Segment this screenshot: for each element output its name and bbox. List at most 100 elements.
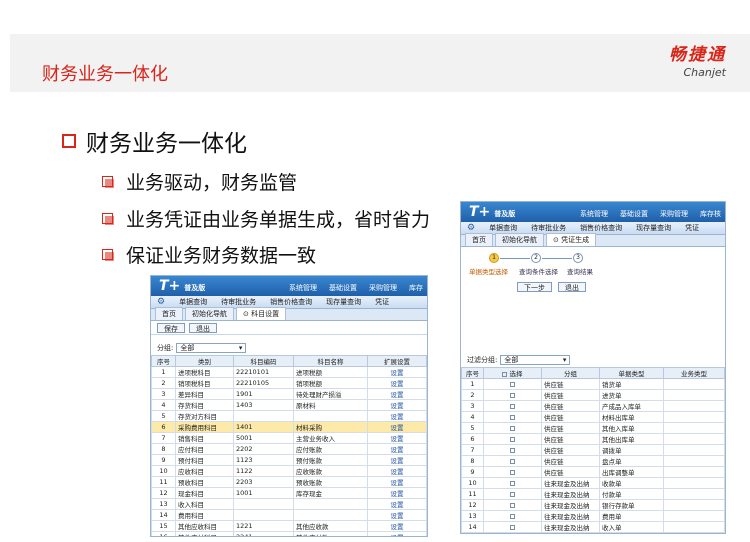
table-cell[interactable]: 设置 bbox=[367, 476, 427, 488]
table-cell[interactable]: 设置 bbox=[367, 520, 427, 532]
checkbox-icon[interactable] bbox=[510, 425, 515, 431]
exit-button[interactable]: 退出 bbox=[558, 282, 586, 292]
exit-button[interactable]: 退出 bbox=[189, 322, 217, 333]
table-cell[interactable]: 设置 bbox=[367, 487, 427, 499]
tab-init-guide[interactable]: 初始化导航 bbox=[495, 233, 544, 246]
nav-item[interactable]: 凭证 bbox=[375, 297, 389, 307]
table-row[interactable]: 3 差异科目 1901 待处理财产损溢 设置 bbox=[151, 388, 427, 400]
table-cell[interactable]: 设置 bbox=[367, 432, 427, 444]
table-row[interactable]: 13 往来现金及出纳 费用单 bbox=[461, 510, 725, 522]
top-menu-item[interactable]: 库存核 bbox=[700, 209, 721, 219]
table-row[interactable]: 1 进项税科目 22210101 进项税额 设置 bbox=[151, 366, 427, 378]
nav-item[interactable]: 待审批业务 bbox=[531, 223, 566, 233]
filter-group-select[interactable]: 全部 ▾ bbox=[500, 355, 571, 365]
table-row[interactable]: 9 预付科目 1123 预付账款 设置 bbox=[151, 454, 427, 466]
table-cell[interactable]: 设置 bbox=[367, 465, 427, 477]
table-cell[interactable]: 设置 bbox=[367, 531, 427, 536]
top-menu-item[interactable]: 系统管理 bbox=[289, 283, 317, 293]
table-row[interactable]: 9 供应链 出库调整单 bbox=[461, 466, 725, 478]
table-cell[interactable]: 设置 bbox=[367, 377, 427, 389]
table-row[interactable]: 16其他应付科目2241其他应付款设置 bbox=[151, 531, 427, 536]
checkbox-icon[interactable] bbox=[510, 469, 515, 475]
table-row[interactable]: 4 存货科目 1403 原材料 设置 bbox=[151, 399, 427, 411]
checkbox-icon[interactable] bbox=[510, 381, 515, 387]
step-2-icon[interactable]: 2 bbox=[531, 253, 541, 263]
step-1-icon[interactable]: 1 bbox=[489, 253, 499, 263]
table-row[interactable]: 10 应收科目 1122 应收账款 设置 bbox=[151, 465, 427, 477]
next-step-button[interactable]: 下一步 bbox=[517, 282, 552, 292]
table-cell[interactable]: 设置 bbox=[367, 366, 427, 378]
nav-item[interactable]: 凭证 bbox=[685, 223, 699, 233]
column-header[interactable]: 业务类型 bbox=[663, 367, 725, 379]
column-header[interactable]: 选择 bbox=[483, 367, 542, 379]
top-menu-item[interactable]: 采购管理 bbox=[660, 209, 688, 219]
table-row[interactable]: 14 费用科目 设置 bbox=[151, 509, 427, 521]
top-menu-item[interactable]: 系统管理 bbox=[580, 209, 608, 219]
tab-home[interactable]: 首页 bbox=[155, 307, 183, 320]
column-header[interactable]: 扩展设置 bbox=[367, 355, 427, 367]
table-row[interactable]: 12 现金科目 1001 库存现金 设置 bbox=[151, 487, 427, 499]
table-row[interactable]: 8 应付科目 2202 应付账款 设置 bbox=[151, 443, 427, 455]
checkbox-icon[interactable] bbox=[510, 513, 515, 519]
checkbox-icon[interactable] bbox=[510, 458, 515, 464]
top-menu-item[interactable]: 采购管理 bbox=[369, 283, 397, 293]
nav-item[interactable]: 销售价格查询 bbox=[270, 297, 312, 307]
checkbox-icon[interactable] bbox=[510, 502, 515, 508]
table-row[interactable]: 15 其他应收科目 1221 其他应收款 设置 bbox=[151, 520, 427, 532]
table-row[interactable]: 8 供应链 盘点单 bbox=[461, 455, 725, 467]
gear-icon[interactable]: ⚙ bbox=[157, 297, 165, 307]
table-row[interactable]: 10 往来现金及出纳 收款单 bbox=[461, 477, 725, 489]
checkbox-icon[interactable] bbox=[510, 436, 515, 442]
nav-item[interactable]: 销售价格查询 bbox=[580, 223, 622, 233]
table-row[interactable]: 7 销售科目 5001 主营业务收入 设置 bbox=[151, 432, 427, 444]
tab-home[interactable]: 首页 bbox=[465, 233, 493, 246]
step-3-icon[interactable]: 3 bbox=[573, 253, 583, 263]
checkbox-icon[interactable] bbox=[502, 371, 508, 377]
table-row[interactable]: 14 往来现金及出纳 收入单 bbox=[461, 521, 725, 533]
table-row[interactable]: 6 采购费用科目 1401 材料采购 设置 bbox=[151, 421, 427, 433]
table-row[interactable]: 5 存货对方科目 设置 bbox=[151, 410, 427, 422]
table-row[interactable]: 2 销项税科目 22210105 销项税额 设置 bbox=[151, 377, 427, 389]
checkbox-icon[interactable] bbox=[510, 447, 515, 453]
table-cell[interactable]: 设置 bbox=[367, 410, 427, 422]
table-row[interactable]: 4 供应链 材料出库单 bbox=[461, 411, 725, 423]
nav-item[interactable]: 现存量查询 bbox=[636, 223, 671, 233]
tab-account-settings[interactable]: ⊙ 科目设置 bbox=[236, 307, 287, 320]
tab-voucher-generation[interactable]: ⊙ 凭证生成 bbox=[546, 233, 597, 246]
table-cell[interactable]: 设置 bbox=[367, 443, 427, 455]
checkbox-icon[interactable] bbox=[510, 491, 515, 497]
save-button[interactable]: 保存 bbox=[157, 322, 185, 333]
table-row[interactable]: 2 供应链 进货单 bbox=[461, 389, 725, 401]
table-row[interactable]: 1 供应链 销货单 bbox=[461, 378, 725, 390]
filter-group-select[interactable]: 全部 ▾ bbox=[176, 343, 247, 353]
nav-item[interactable]: 现存量查询 bbox=[326, 297, 361, 307]
column-header[interactable]: 序号 bbox=[461, 367, 484, 379]
table-cell[interactable]: 设置 bbox=[367, 498, 427, 510]
checkbox-icon[interactable] bbox=[510, 403, 515, 409]
nav-item[interactable]: 单据查询 bbox=[489, 223, 517, 233]
checkbox-icon[interactable] bbox=[510, 414, 515, 420]
table-cell[interactable]: 设置 bbox=[367, 454, 427, 466]
table-cell[interactable]: 设置 bbox=[367, 421, 427, 433]
table-row[interactable]: 12 往来现金及出纳 银行存款单 bbox=[461, 499, 725, 511]
table-row[interactable]: 7 供应链 调拨单 bbox=[461, 444, 725, 456]
nav-item[interactable]: 待审批业务 bbox=[221, 297, 256, 307]
table-row[interactable]: 11 预收科目 2203 预收账款 设置 bbox=[151, 476, 427, 488]
table-cell[interactable]: 设置 bbox=[367, 388, 427, 400]
table-cell[interactable]: 设置 bbox=[367, 509, 427, 521]
table-cell[interactable]: 设置 bbox=[367, 399, 427, 411]
top-menu-item[interactable]: 库存 bbox=[409, 283, 423, 293]
column-header[interactable]: 类别 bbox=[175, 355, 234, 367]
table-row[interactable]: 13 收入科目 设置 bbox=[151, 498, 427, 510]
table-row[interactable]: 11 往来现金及出纳 付款单 bbox=[461, 488, 725, 500]
nav-item[interactable]: 单据查询 bbox=[179, 297, 207, 307]
checkbox-icon[interactable] bbox=[510, 480, 515, 486]
table-row[interactable]: 6 供应链 其他出库单 bbox=[461, 433, 725, 445]
column-header[interactable]: 序号 bbox=[151, 355, 176, 367]
column-header[interactable]: 分组 bbox=[541, 367, 600, 379]
top-menu-item[interactable]: 基础设置 bbox=[620, 209, 648, 219]
column-header[interactable]: 科目名称 bbox=[293, 355, 368, 367]
top-menu-item[interactable]: 基础设置 bbox=[329, 283, 357, 293]
gear-icon[interactable]: ⚙ bbox=[467, 223, 475, 233]
column-header[interactable]: 单据类型 bbox=[599, 367, 664, 379]
